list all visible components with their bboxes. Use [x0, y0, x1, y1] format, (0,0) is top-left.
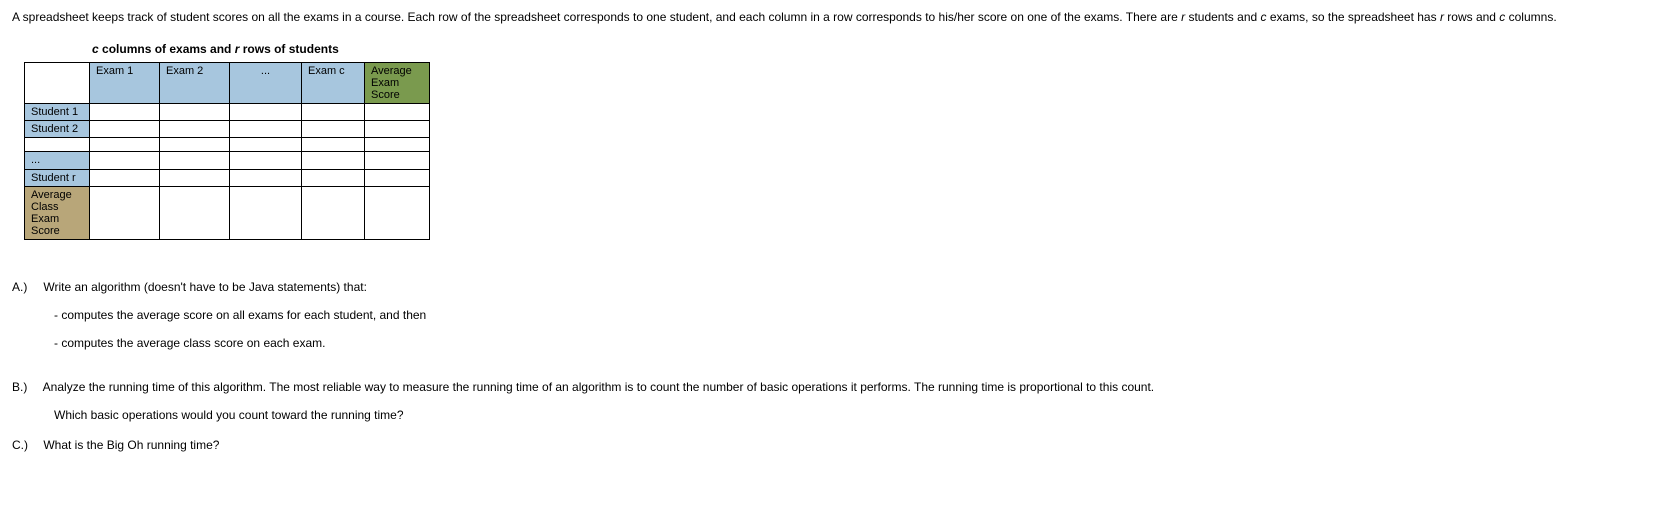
avg-line2: Exam Score: [371, 77, 400, 101]
table-cell: [230, 186, 302, 239]
table-cell: [230, 104, 302, 121]
caption-text: columns of exams and: [99, 42, 235, 56]
avg-row-line3: Score: [31, 225, 60, 237]
intro-text: columns.: [1505, 10, 1556, 24]
table-cell: [90, 121, 160, 138]
table-cell: [302, 152, 365, 169]
table-cell: [365, 186, 430, 239]
row-header-studentr: Student r: [25, 169, 90, 186]
col-header-dots: ...: [230, 63, 302, 104]
row-header-student2: Student 2: [25, 121, 90, 138]
table-cell: [302, 104, 365, 121]
intro-text: students and: [1185, 10, 1260, 24]
question-a-sub2: - computes the average class score on ea…: [54, 336, 1668, 350]
table-caption: c columns of exams and r rows of student…: [92, 42, 1668, 56]
table-cell: [160, 104, 230, 121]
table-cell: [302, 186, 365, 239]
table-cell: [160, 121, 230, 138]
table-cell: [90, 152, 160, 169]
table-cell: [230, 152, 302, 169]
table-corner: [25, 63, 90, 104]
row-header-dots: ...: [25, 152, 90, 169]
table-cell: [90, 104, 160, 121]
intro-paragraph: A spreadsheet keeps track of student sco…: [12, 8, 1668, 26]
row-header-avg: Average Class Exam Score: [25, 186, 90, 239]
table-cell: [160, 169, 230, 186]
question-a-sub1: - computes the average score on all exam…: [54, 308, 1668, 322]
question-text-c: What is the Big Oh running time?: [43, 438, 219, 452]
table-cell: [230, 121, 302, 138]
intro-text: A spreadsheet keeps track of student sco…: [12, 10, 1181, 24]
table-spacer: [25, 138, 430, 152]
question-c: C.) What is the Big Oh running time?: [12, 438, 1668, 452]
table-row: Student r: [25, 169, 430, 186]
col-header-exam1: Exam 1: [90, 63, 160, 104]
table-cell: [90, 186, 160, 239]
avg-line1: Average: [371, 65, 412, 77]
table-cell: [160, 152, 230, 169]
question-label-c: C.): [12, 438, 40, 452]
avg-row-line2: Class Exam: [31, 201, 59, 225]
table-cell: [160, 186, 230, 239]
table-row: Average Class Exam Score: [25, 186, 430, 239]
table-cell: [365, 152, 430, 169]
question-b-sub1: Which basic operations would you count t…: [54, 408, 1668, 422]
table-cell: [302, 169, 365, 186]
caption-text: rows of students: [239, 42, 338, 56]
question-label-a: A.): [12, 280, 40, 294]
col-header-examc: Exam c: [302, 63, 365, 104]
table-row: Student 2: [25, 121, 430, 138]
question-b: B.) Analyze the running time of this alg…: [12, 380, 1668, 422]
col-header-avg: Average Exam Score: [365, 63, 430, 104]
table-cell: [230, 169, 302, 186]
col-header-exam2: Exam 2: [160, 63, 230, 104]
question-text-b: Analyze the running time of this algorit…: [43, 380, 1154, 394]
caption-var-c: c: [92, 42, 99, 56]
table-cell: [365, 169, 430, 186]
table-cell: [365, 104, 430, 121]
question-text-a: Write an algorithm (doesn't have to be J…: [43, 280, 367, 294]
spreadsheet-table: Exam 1 Exam 2 ... Exam c Average Exam Sc…: [24, 62, 430, 240]
table-row: ...: [25, 152, 430, 169]
table-row: Student 1: [25, 104, 430, 121]
avg-row-line1: Average: [31, 189, 72, 201]
row-header-student1: Student 1: [25, 104, 90, 121]
table-cell: [365, 121, 430, 138]
table-header-row: Exam 1 Exam 2 ... Exam c Average Exam Sc…: [25, 63, 430, 104]
table-cell: [302, 121, 365, 138]
intro-text: rows and: [1444, 10, 1499, 24]
question-a: A.) Write an algorithm (doesn't have to …: [12, 280, 1668, 350]
question-label-b: B.): [12, 380, 40, 394]
intro-text: exams, so the spreadsheet has: [1267, 10, 1440, 24]
table-cell: [90, 169, 160, 186]
